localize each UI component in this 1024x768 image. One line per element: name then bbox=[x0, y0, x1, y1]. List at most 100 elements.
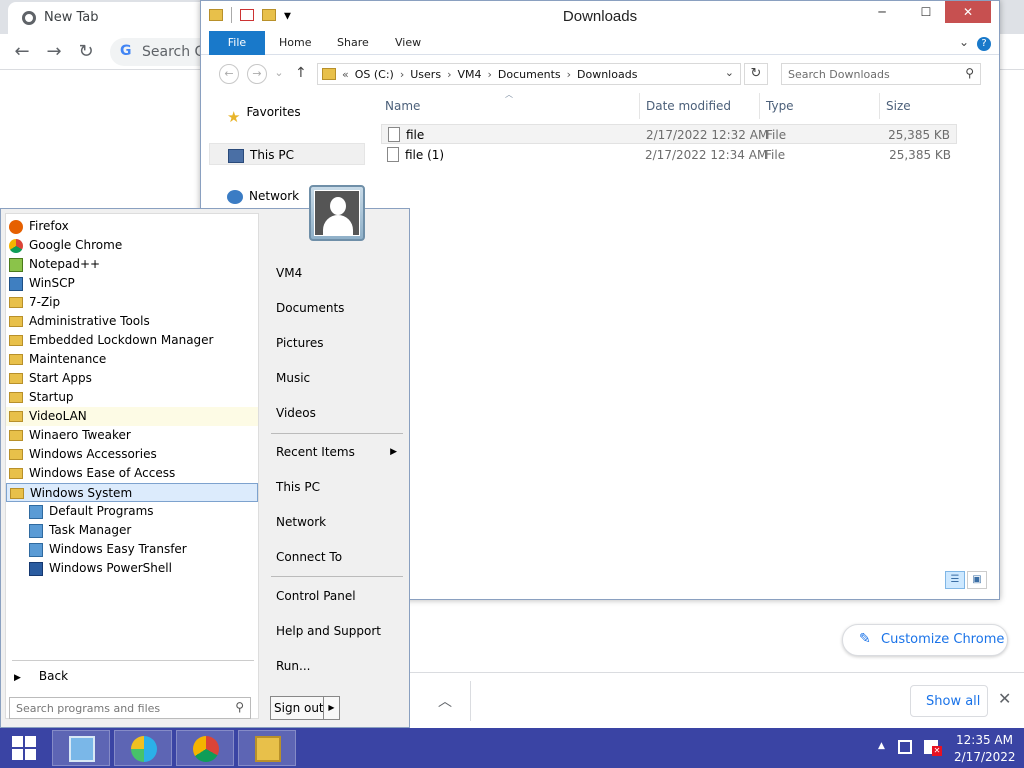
column-header-size[interactable]: Size bbox=[886, 99, 911, 113]
back-circle-icon[interactable]: ← bbox=[219, 64, 239, 84]
column-header-name[interactable]: Name bbox=[385, 99, 420, 113]
program-item[interactable]: Default Programs bbox=[26, 502, 258, 521]
breadcrumb-documents[interactable]: Documents bbox=[498, 68, 561, 81]
start-item-documents[interactable]: Documents bbox=[271, 293, 403, 323]
nav-item-favorites[interactable]: ★ Favorites bbox=[209, 101, 365, 126]
taskbar-chrome[interactable] bbox=[176, 730, 234, 766]
sign-out-label: Sign out bbox=[274, 701, 324, 715]
breadcrumb-downloads[interactable]: Downloads bbox=[577, 68, 637, 81]
ribbon-expand-icon[interactable]: ⌄ bbox=[959, 35, 969, 49]
program-item[interactable]: Embedded Lockdown Manager bbox=[6, 331, 258, 350]
tab-file[interactable]: File bbox=[209, 31, 265, 55]
clock-date[interactable]: 2/17/2022 bbox=[954, 750, 1016, 764]
program-item[interactable]: Winaero Tweaker bbox=[6, 426, 258, 445]
forward-circle-icon[interactable]: → bbox=[247, 64, 267, 84]
program-item[interactable]: Task Manager bbox=[26, 521, 258, 540]
column-header-type[interactable]: Type bbox=[766, 99, 794, 113]
taskbar-file-explorer[interactable] bbox=[238, 730, 296, 766]
large-icons-view-icon[interactable]: ▣ bbox=[967, 571, 987, 589]
program-item[interactable]: Startup bbox=[6, 388, 258, 407]
user-picture[interactable] bbox=[309, 185, 365, 241]
start-item-pictures[interactable]: Pictures bbox=[271, 328, 403, 358]
program-item[interactable]: Maintenance bbox=[6, 350, 258, 369]
breadcrumb-vm4[interactable]: VM4 bbox=[457, 68, 481, 81]
program-item[interactable]: 7-Zip bbox=[6, 293, 258, 312]
table-row[interactable]: file (1) 2/17/2022 12:34 AM File 25,385 … bbox=[381, 145, 957, 165]
pencil-icon: ✎ bbox=[859, 631, 871, 647]
tab-view[interactable]: View bbox=[395, 31, 421, 55]
help-icon[interactable]: ? bbox=[977, 37, 991, 51]
program-item[interactable]: Windows Easy Transfer bbox=[26, 540, 258, 559]
start-item-recent-items[interactable]: Recent Items ▶ bbox=[271, 437, 403, 467]
clock-time[interactable]: 12:35 AM bbox=[956, 733, 1013, 747]
show-hidden-icons-icon[interactable]: ▲ bbox=[878, 741, 885, 751]
start-search-input[interactable]: Search programs and files ⚲ bbox=[9, 697, 251, 719]
reload-icon[interactable]: ↻ bbox=[74, 40, 98, 64]
search-icon[interactable]: ⚲ bbox=[235, 700, 244, 714]
up-arrow-icon[interactable]: ↑ bbox=[295, 65, 307, 81]
program-item[interactable]: Administrative Tools bbox=[6, 312, 258, 331]
taskbar-edge[interactable] bbox=[114, 730, 172, 766]
minimize-icon[interactable]: ─ bbox=[867, 1, 897, 23]
program-item[interactable]: Windows Ease of Access bbox=[6, 464, 258, 483]
refresh-icon[interactable]: ↻ bbox=[744, 63, 768, 85]
nav-item-this-pc[interactable]: This PC bbox=[209, 143, 365, 165]
search-input[interactable]: Search Downloads ⚲ bbox=[781, 63, 981, 85]
program-label: Winaero Tweaker bbox=[29, 428, 131, 442]
chevron-up-icon[interactable]: ︿ bbox=[438, 691, 452, 711]
taskbar-server-manager[interactable] bbox=[52, 730, 110, 766]
column-header-date-modified[interactable]: Date modified bbox=[646, 99, 731, 113]
breadcrumb-os-c[interactable]: OS (C:) bbox=[355, 68, 394, 81]
column-divider[interactable] bbox=[639, 93, 640, 119]
tab-share[interactable]: Share bbox=[337, 31, 369, 55]
address-dropdown-icon[interactable]: ⌄ bbox=[725, 66, 734, 79]
sign-out-button[interactable]: Sign out ▶ bbox=[270, 696, 340, 720]
back-button[interactable]: ▶ Back bbox=[14, 669, 68, 683]
program-item[interactable]: Firefox bbox=[6, 217, 258, 236]
customize-chrome-button[interactable]: ✎ Customize Chrome bbox=[842, 624, 1008, 656]
column-divider[interactable] bbox=[879, 93, 880, 119]
program-item[interactable]: Windows PowerShell bbox=[26, 559, 258, 578]
forward-arrow-icon[interactable]: → bbox=[42, 40, 66, 64]
program-item[interactable]: WinSCP bbox=[6, 274, 258, 293]
breadcrumb-overflow-icon[interactable]: « bbox=[342, 68, 349, 81]
breadcrumb-separator-icon[interactable]: › bbox=[567, 68, 571, 81]
program-item[interactable]: Google Chrome bbox=[6, 236, 258, 255]
program-item[interactable]: VideoLAN bbox=[6, 407, 258, 426]
breadcrumb-users[interactable]: Users bbox=[410, 68, 441, 81]
start-item-run[interactable]: Run... bbox=[271, 651, 403, 681]
maximize-icon[interactable]: ☐ bbox=[913, 1, 939, 23]
program-item[interactable]: Start Apps bbox=[6, 369, 258, 388]
details-view-icon[interactable]: ☰ bbox=[945, 571, 965, 589]
chrome-tab-new-tab[interactable]: New Tab bbox=[8, 2, 208, 34]
program-label: Default Programs bbox=[49, 504, 154, 518]
table-row[interactable]: file 2/17/2022 12:32 AM File 25,385 KB bbox=[381, 124, 957, 144]
program-item[interactable]: Windows Accessories bbox=[6, 445, 258, 464]
address-bar[interactable]: « OS (C:) › Users › VM4 › Documents › Downloads ⌄ bbox=[317, 63, 741, 85]
explorer-title-bar[interactable]: ▼ Downloads ─ ☐ ✕ bbox=[201, 1, 999, 31]
start-button[interactable] bbox=[0, 728, 50, 768]
program-item[interactable]: Windows System bbox=[6, 483, 258, 502]
sign-out-options-icon[interactable]: ▶ bbox=[323, 697, 339, 719]
start-item-user[interactable]: VM4 bbox=[271, 258, 403, 288]
start-item-music[interactable]: Music bbox=[271, 363, 403, 393]
start-item-network[interactable]: Network bbox=[271, 507, 403, 537]
start-item-videos[interactable]: Videos bbox=[271, 398, 403, 428]
tab-home[interactable]: Home bbox=[279, 31, 311, 55]
back-arrow-icon[interactable]: ← bbox=[10, 40, 34, 64]
network-tray-icon[interactable] bbox=[898, 740, 912, 754]
program-item[interactable]: Notepad++ bbox=[6, 255, 258, 274]
start-item-help-support[interactable]: Help and Support bbox=[271, 616, 403, 646]
close-window-icon[interactable]: ✕ bbox=[945, 1, 991, 23]
breadcrumb-separator-icon[interactable]: › bbox=[487, 68, 491, 81]
column-divider[interactable] bbox=[759, 93, 760, 119]
recent-locations-icon[interactable]: ⌄ bbox=[273, 64, 285, 84]
close-icon[interactable]: ✕ bbox=[998, 689, 1011, 708]
breadcrumb-separator-icon[interactable]: › bbox=[400, 68, 404, 81]
search-icon[interactable]: ⚲ bbox=[965, 66, 974, 80]
breadcrumb-separator-icon[interactable]: › bbox=[447, 68, 451, 81]
start-item-this-pc[interactable]: This PC bbox=[271, 472, 403, 502]
start-item-control-panel[interactable]: Control Panel bbox=[271, 581, 403, 611]
show-all-button[interactable]: Show all bbox=[910, 685, 988, 717]
start-item-connect-to[interactable]: Connect To bbox=[271, 542, 403, 572]
